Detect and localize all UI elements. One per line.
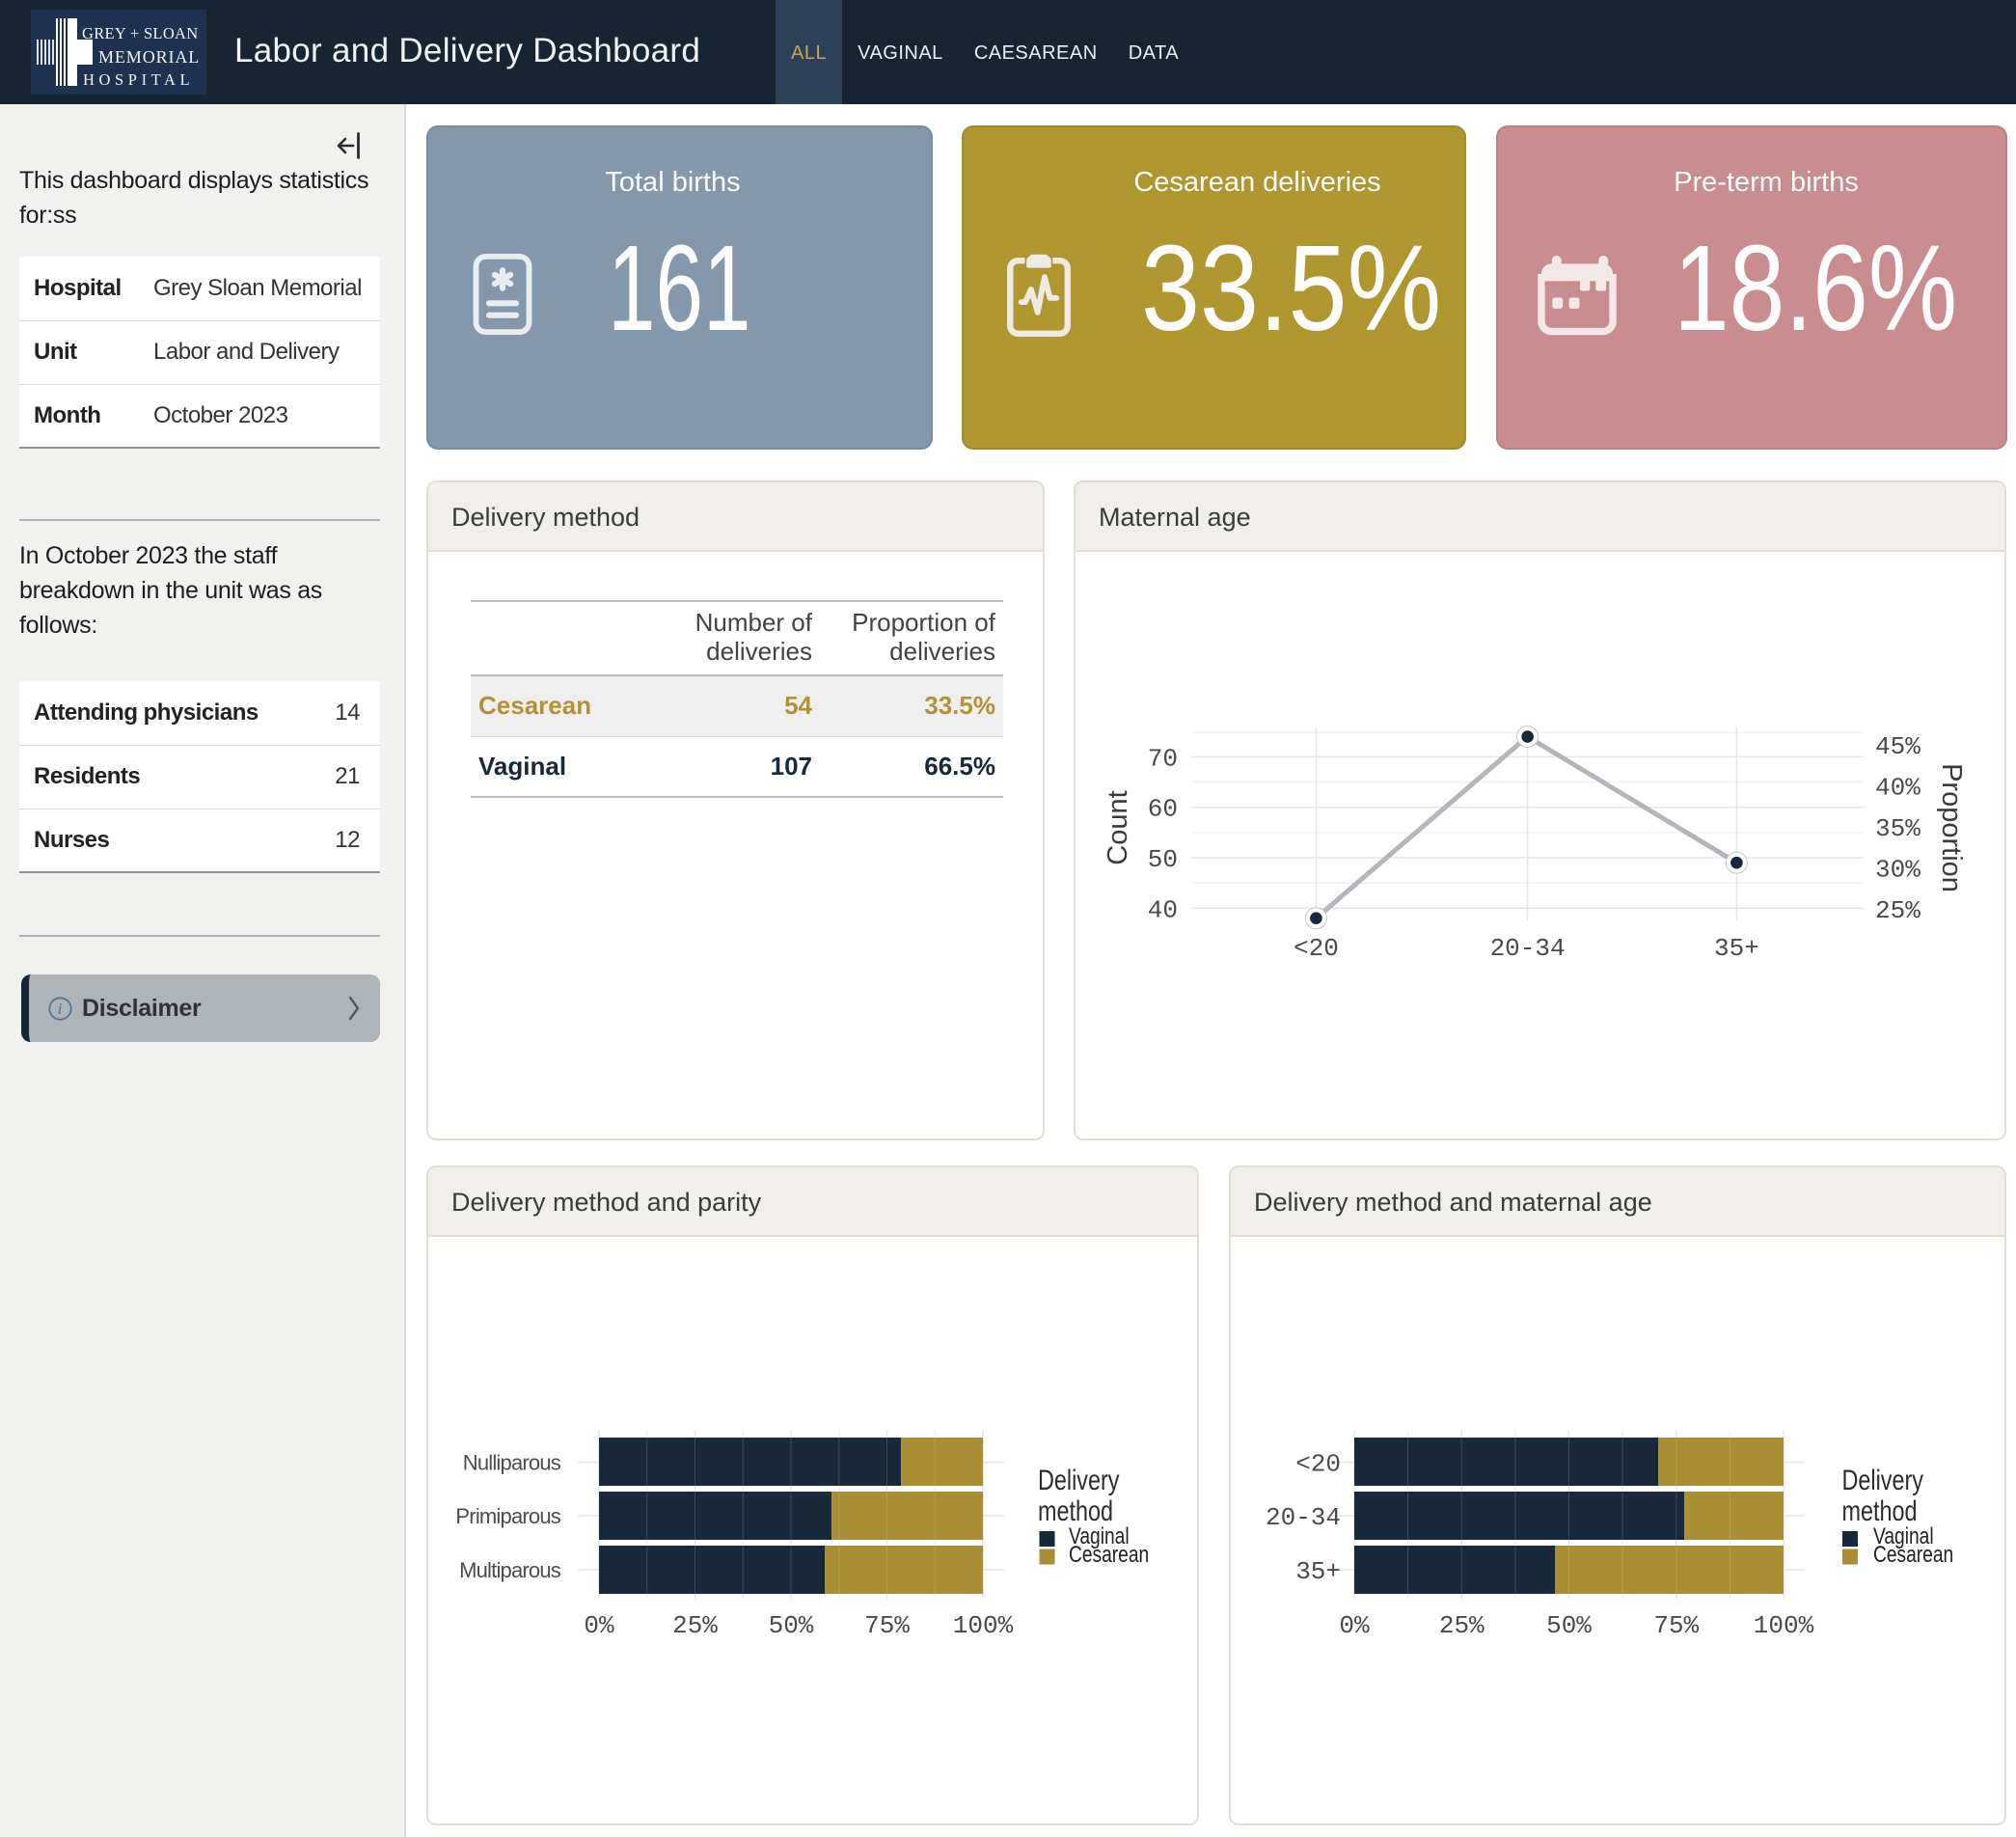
svg-text:Delivery: Delivery xyxy=(1038,1464,1120,1495)
svg-text:Proportion: Proportion xyxy=(1936,763,1967,892)
svg-text:60: 60 xyxy=(1148,795,1178,824)
svg-text:20-34: 20-34 xyxy=(1490,934,1566,963)
svg-text:30%: 30% xyxy=(1875,856,1921,885)
svg-text:50: 50 xyxy=(1148,845,1178,874)
svg-text:Primiparous: Primiparous xyxy=(455,1504,560,1528)
svg-text:MEMORIAL: MEMORIAL xyxy=(98,47,200,67)
svg-text:75%: 75% xyxy=(1653,1611,1699,1640)
svg-text:<20: <20 xyxy=(1295,1450,1341,1479)
svg-text:25%: 25% xyxy=(672,1611,718,1640)
svg-text:Delivery: Delivery xyxy=(1842,1464,1924,1495)
svg-text:GREY + SLOAN: GREY + SLOAN xyxy=(82,24,198,42)
svg-text:HOSPITAL: HOSPITAL xyxy=(83,70,194,89)
svg-text:35%: 35% xyxy=(1875,814,1921,843)
svg-text:25%: 25% xyxy=(1875,896,1921,925)
svg-text:25%: 25% xyxy=(1439,1611,1485,1640)
svg-text:50%: 50% xyxy=(769,1611,814,1640)
svg-text:100%: 100% xyxy=(953,1611,1014,1640)
svg-text:<20: <20 xyxy=(1294,934,1339,963)
svg-text:Cesarean: Cesarean xyxy=(1069,1541,1149,1568)
svg-text:0%: 0% xyxy=(584,1611,614,1640)
svg-text:50%: 50% xyxy=(1546,1611,1592,1640)
svg-text:70: 70 xyxy=(1148,744,1178,773)
svg-text:Cesarean: Cesarean xyxy=(1873,1541,1953,1568)
svg-text:35+: 35+ xyxy=(1295,1557,1341,1586)
svg-text:40%: 40% xyxy=(1875,774,1921,803)
svg-text:20-34: 20-34 xyxy=(1266,1503,1341,1532)
svg-text:Nulliparous: Nulliparous xyxy=(463,1451,561,1475)
svg-text:45%: 45% xyxy=(1875,732,1921,761)
svg-text:Count: Count xyxy=(1103,790,1133,864)
svg-text:Multiparous: Multiparous xyxy=(459,1558,561,1582)
svg-text:i: i xyxy=(58,1000,63,1018)
svg-text:40: 40 xyxy=(1148,895,1178,924)
svg-text:0%: 0% xyxy=(1339,1611,1370,1640)
svg-text:35+: 35+ xyxy=(1714,934,1759,963)
svg-text:75%: 75% xyxy=(864,1611,910,1640)
svg-text:100%: 100% xyxy=(1754,1611,1814,1640)
